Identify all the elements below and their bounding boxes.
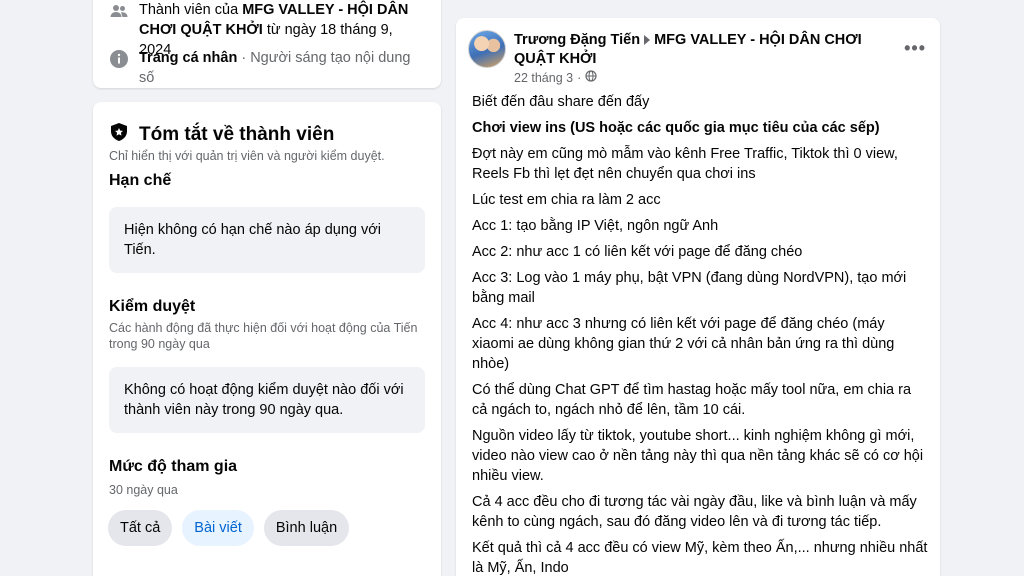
engagement-filter-chips: Tất cả Bài viết Bình luận	[108, 510, 350, 546]
chip-posts[interactable]: Bài viết	[182, 510, 254, 546]
author-avatar[interactable]	[468, 30, 506, 68]
restrictions-box: Hiện không có hạn chế nào áp dụng với Ti…	[109, 207, 425, 273]
post-author-link[interactable]: Trương Đặng Tiến	[514, 32, 640, 48]
member-summary-card: Tóm tắt về thành viên Chỉ hiển thị với q…	[93, 102, 441, 576]
summary-subtitle: Chỉ hiển thị với quản trị viên và người …	[109, 149, 385, 163]
member-about-card: Thành viên của MFG VALLEY - HỘI DÂN CHƠI…	[93, 0, 441, 88]
engagement-period: 30 ngày qua	[109, 483, 178, 497]
info-icon	[109, 49, 129, 69]
post-paragraph: Lúc test em chia ra làm 2 acc	[472, 192, 661, 208]
post-paragraph: Acc 1: tạo bằng IP Việt, ngôn ngữ Anh	[472, 218, 719, 234]
post-paragraph: Acc 3: Log vào 1 máy phụ, bật VPN (đang …	[472, 270, 907, 306]
post-meta: 22 tháng 3 ·	[514, 70, 597, 85]
moderation-box: Không có hoạt động kiểm duyệt nào đối vớ…	[109, 367, 425, 433]
post-card: Trương Đặng Tiến MFG VALLEY - HỘI DÂN CHƠ…	[456, 18, 940, 576]
member-prefix: Thành viên của	[139, 2, 243, 18]
post-paragraph: Acc 4: như acc 3 nhưng có liên kết với p…	[472, 316, 895, 372]
post-paragraph: Kết quả thì cả 4 acc đều có view Mỹ, kèm…	[472, 540, 928, 576]
post-paragraph: Acc 2: như acc 1 có liên kết với page để…	[472, 244, 803, 260]
post-paragraph: Chơi view ins (US hoặc các quốc gia mục …	[472, 120, 880, 136]
caret-right-icon	[644, 34, 651, 45]
shield-icon	[109, 122, 129, 147]
summary-header: Tóm tắt về thành viên	[109, 122, 334, 147]
post-date-link[interactable]: 22 tháng 3	[514, 71, 573, 85]
engagement-heading: Mức độ tham gia	[109, 458, 238, 475]
post-paragraph: Có thể dùng Chat GPT để tìm hastag hoặc …	[472, 382, 912, 418]
post-paragraph: Đợt này em cũng mò mẫm vào kênh Free Tra…	[472, 146, 898, 182]
chip-all[interactable]: Tất cả	[108, 510, 173, 546]
chip-comments[interactable]: Bình luận	[263, 510, 350, 546]
post-header: Trương Đặng Tiến MFG VALLEY - HỘI DÂN CHƠ…	[514, 31, 894, 69]
restrictions-heading: Hạn chế	[109, 172, 172, 189]
members-icon	[109, 1, 129, 21]
globe-icon	[585, 70, 597, 85]
post-body: Biết đến đâu share đến đấy Chơi view ins …	[472, 92, 928, 576]
summary-title: Tóm tắt về thành viên	[139, 123, 335, 145]
post-paragraph: Nguồn video lấy từ tiktok, youtube short…	[472, 428, 924, 484]
profile-row: Trang cá nhân · Người sáng tạo nội dung …	[109, 48, 427, 88]
post-paragraph: Cả 4 acc đều cho đi tương tác vài ngày đ…	[472, 494, 917, 530]
more-options-button[interactable]: •••	[904, 38, 926, 59]
profile-label[interactable]: Trang cá nhân	[139, 50, 237, 66]
moderation-description: Các hành động đã thực hiện đối với hoạt …	[109, 321, 418, 351]
moderation-heading: Kiểm duyệt	[109, 298, 196, 315]
profile-text: Trang cá nhân · Người sáng tạo nội dung …	[139, 48, 427, 88]
post-paragraph: Biết đến đâu share đến đấy	[472, 94, 650, 110]
